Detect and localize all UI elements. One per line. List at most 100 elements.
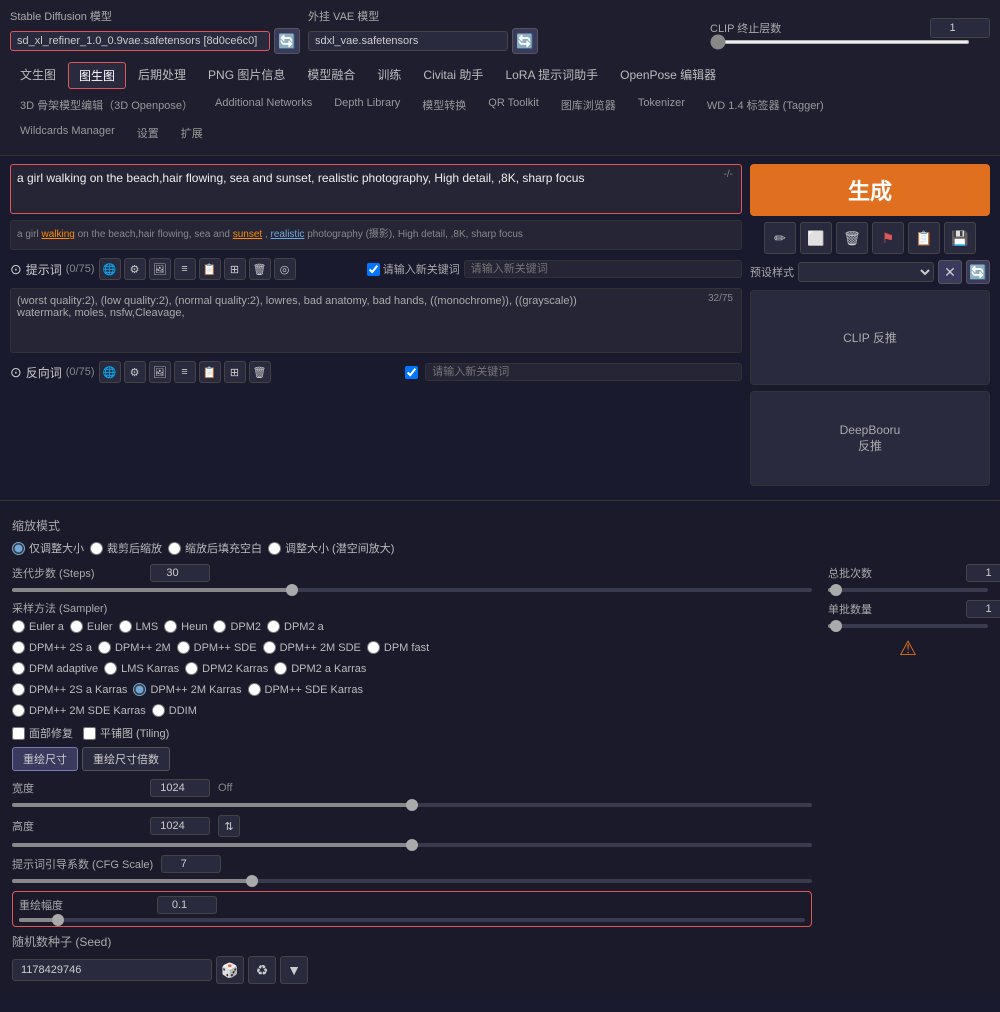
height-input[interactable] <box>150 817 210 835</box>
tab-model-merge[interactable]: 模型融合 <box>297 62 365 89</box>
negative-expand-icon[interactable]: ⊙ <box>10 364 22 381</box>
seed-input[interactable] <box>12 959 212 981</box>
face-restore-label[interactable]: 面部修复 <box>12 725 73 741</box>
sampler-ddim[interactable]: DDIM <box>152 704 197 717</box>
cfg-input[interactable] <box>161 855 221 873</box>
negative-tool-settings[interactable]: ⚙ <box>124 361 146 383</box>
tab-train[interactable]: 训练 <box>367 62 411 89</box>
batch-count-input[interactable] <box>966 564 1000 582</box>
positive-tool-paste[interactable]: 📋 <box>199 258 221 280</box>
negative-keyword-input[interactable] <box>425 363 742 381</box>
sampler-dpm-adaptive[interactable]: DPM adaptive <box>12 662 98 675</box>
negative-tool-paste[interactable]: 📋 <box>199 361 221 383</box>
sampler-heun[interactable]: Heun <box>164 620 207 633</box>
positive-tool-grid[interactable]: ⊞ <box>224 258 246 280</box>
sampler-euler-a[interactable]: Euler a <box>12 620 64 633</box>
sampler-dppmp2s[interactable]: DPM++ 2S a <box>12 641 92 654</box>
negative-tool-trash[interactable]: 🗑 <box>249 361 271 383</box>
resize-tab-multip[interactable]: 重绘尺寸倍数 <box>82 747 170 771</box>
tab-openpose[interactable]: OpenPose 编辑器 <box>610 62 726 89</box>
tab-wd-tagger[interactable]: WD 1.4 标签器 (Tagger) <box>697 93 834 117</box>
preset-select[interactable] <box>798 262 934 282</box>
tab-gallery[interactable]: 图库浏览器 <box>551 93 626 117</box>
tab-additional-networks[interactable]: Additional Networks <box>205 93 322 117</box>
pencil-button[interactable]: ✏ <box>764 222 796 254</box>
positive-tool-emoji[interactable]: 🌐 <box>99 258 121 280</box>
sampler-lms[interactable]: LMS <box>119 620 159 633</box>
seed-recycle-button[interactable]: ♻ <box>248 956 276 984</box>
tab-depth-library[interactable]: Depth Library <box>324 93 410 117</box>
steps-input[interactable] <box>150 564 210 582</box>
positive-keyword-input[interactable] <box>464 260 742 278</box>
width-input[interactable] <box>150 779 210 797</box>
preset-refresh-button[interactable]: 🔄 <box>966 260 990 284</box>
sampler-dppm2ska[interactable]: DPM++ 2S a Karras <box>12 683 127 696</box>
swap-dimensions-button[interactable]: ⇅ <box>218 815 240 837</box>
clip-slider[interactable] <box>710 40 970 44</box>
tab-qr-toolkit[interactable]: QR Toolkit <box>478 93 549 117</box>
face-restore-checkbox[interactable] <box>12 727 25 740</box>
positive-checkbox-label[interactable]: 请输入新关键词 <box>367 261 460 277</box>
negative-tool-img[interactable]: 🖼 <box>149 361 171 383</box>
positive-tool-extra[interactable]: ◎ <box>274 258 296 280</box>
sampler-dppmp2m[interactable]: DPM++ 2M <box>98 641 171 654</box>
resize-mode-crop[interactable]: 裁剪后缩放 <box>90 540 162 556</box>
resize-mode-latent[interactable]: 调整大小 (潜空间放大) <box>268 540 394 556</box>
tab-extensions[interactable]: 扩展 <box>171 121 213 145</box>
flag-button[interactable]: ⚑ <box>872 222 904 254</box>
tab-model-convert[interactable]: 模型转换 <box>412 93 476 117</box>
tab-settings[interactable]: 设置 <box>127 121 169 145</box>
seed-extra-button[interactable]: ▼ <box>280 956 308 984</box>
tab-txt2img[interactable]: 文生图 <box>10 62 66 89</box>
copy-button[interactable]: 📋 <box>908 222 940 254</box>
sampler-lms-karras[interactable]: LMS Karras <box>104 662 179 675</box>
positive-checkbox[interactable] <box>367 263 380 276</box>
tab-img2img[interactable]: 图生图 <box>68 62 126 89</box>
resize-mode-fill[interactable]: 缩放后填充空白 <box>168 540 262 556</box>
tab-extras[interactable]: 后期处理 <box>128 62 196 89</box>
vae-select[interactable]: sdxl_vae.safetensors <box>308 31 508 51</box>
negative-checkbox[interactable] <box>405 366 418 379</box>
seed-random-button[interactable]: 🎲 <box>216 956 244 984</box>
save-button[interactable]: 💾 <box>944 222 976 254</box>
sampler-dppm2msdek[interactable]: DPM++ 2M SDE Karras <box>12 704 146 717</box>
sampler-dppmp2msde[interactable]: DPM++ 2M SDE <box>263 641 361 654</box>
negative-checkbox-label[interactable] <box>405 366 421 379</box>
denoising-input[interactable] <box>157 896 217 914</box>
tiling-label[interactable]: 平铺图 (Tiling) <box>83 725 169 741</box>
model-select[interactable]: sd_xl_refiner_1.0_0.9vae.safetensors [8d… <box>10 31 270 51</box>
resize-tab-size[interactable]: 重绘尺寸 <box>12 747 78 771</box>
sampler-dpm2[interactable]: DPM2 <box>213 620 261 633</box>
sampler-dpm-fast[interactable]: DPM fast <box>367 641 429 654</box>
resize-mode-fit[interactable]: 仅调整大小 <box>12 540 84 556</box>
negative-tool-list[interactable]: ≡ <box>174 361 196 383</box>
sampler-dppmsde[interactable]: DPM++ SDE <box>177 641 257 654</box>
sampler-dppmsdek[interactable]: DPM++ SDE Karras <box>248 683 363 696</box>
tiling-checkbox[interactable] <box>83 727 96 740</box>
sampler-dppm2mk[interactable]: DPM++ 2M Karras <box>133 683 241 696</box>
positive-tool-list[interactable]: ≡ <box>174 258 196 280</box>
tab-png-info[interactable]: PNG 图片信息 <box>198 62 295 89</box>
tab-civitai[interactable]: Civitai 助手 <box>413 62 493 89</box>
positive-expand-icon[interactable]: ⊙ <box>10 261 22 278</box>
batch-size-input[interactable] <box>966 600 1000 618</box>
sampler-dpm2-a[interactable]: DPM2 a <box>267 620 324 633</box>
negative-tool-emoji[interactable]: 🌐 <box>99 361 121 383</box>
tab-lora[interactable]: LoRA 提示词助手 <box>495 62 608 89</box>
tab-tokenizer[interactable]: Tokenizer <box>628 93 695 117</box>
square-button[interactable]: ⬜ <box>800 222 832 254</box>
sampler-euler[interactable]: Euler <box>70 620 113 633</box>
positive-tool-settings[interactable]: ⚙ <box>124 258 146 280</box>
negative-tool-grid[interactable]: ⊞ <box>224 361 246 383</box>
trash-button[interactable]: 🗑 <box>836 222 868 254</box>
tab-wildcards[interactable]: Wildcards Manager <box>10 121 125 145</box>
sampler-dpm2a-karras[interactable]: DPM2 a Karras <box>274 662 366 675</box>
preset-close-button[interactable]: ✕ <box>938 260 962 284</box>
sampler-dpm2-karras[interactable]: DPM2 Karras <box>185 662 268 675</box>
positive-tool-img[interactable]: 🖼 <box>149 258 171 280</box>
vae-refresh-button[interactable]: 🔄 <box>512 28 538 54</box>
tab-3d-openpose[interactable]: 3D 骨架模型编辑（3D Openpose） <box>10 93 203 117</box>
positive-tool-trash[interactable]: 🗑 <box>249 258 271 280</box>
generate-button[interactable]: 生成 <box>750 164 990 216</box>
model-refresh-button[interactable]: 🔄 <box>274 28 300 54</box>
